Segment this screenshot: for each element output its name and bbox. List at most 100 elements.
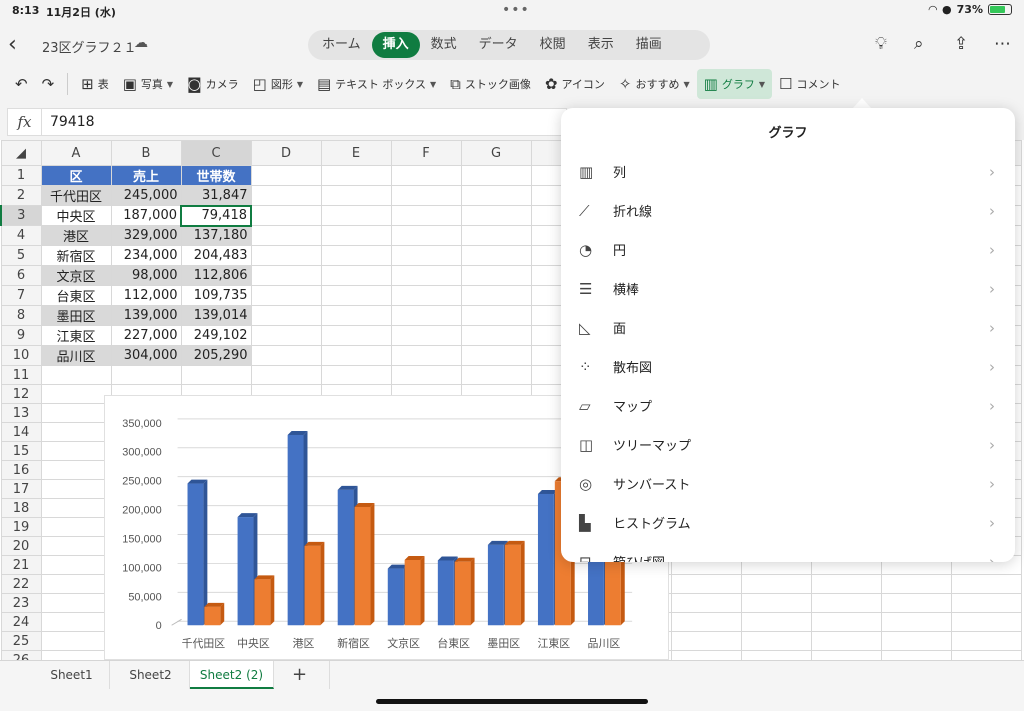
sheet-tab[interactable]: Sheet1: [34, 661, 110, 689]
cell[interactable]: [670, 631, 742, 651]
cell[interactable]: [390, 165, 462, 186]
chart-type-item[interactable]: ▙ ヒストグラム ›: [561, 503, 1015, 542]
cell[interactable]: [460, 305, 532, 326]
formula-bar[interactable]: fx 79418: [7, 108, 567, 136]
cell[interactable]: 千代田区: [40, 185, 112, 206]
cell[interactable]: [250, 225, 322, 246]
stock-images-button[interactable]: ⧉ ストック画像: [443, 69, 538, 99]
cell[interactable]: [460, 265, 532, 286]
cell[interactable]: [460, 225, 532, 246]
cell[interactable]: [950, 631, 1022, 651]
row-header[interactable]: 26: [0, 650, 42, 660]
cell[interactable]: [40, 422, 112, 442]
cell[interactable]: [880, 593, 952, 613]
cell[interactable]: 文京区: [40, 265, 112, 286]
cell[interactable]: 139,000: [110, 305, 182, 326]
cell[interactable]: [810, 574, 882, 594]
cell[interactable]: [40, 612, 112, 632]
cell[interactable]: [390, 185, 462, 206]
select-all-corner[interactable]: ◢: [0, 140, 42, 166]
cell[interactable]: [250, 185, 322, 206]
row-header[interactable]: 10: [0, 345, 42, 366]
cell[interactable]: [40, 631, 112, 651]
textbox-button[interactable]: ▤ テキスト ボックス ▼: [310, 69, 443, 99]
cell[interactable]: 234,000: [110, 245, 182, 266]
cell[interactable]: 304,000: [110, 345, 182, 366]
camera-button[interactable]: ◙ カメラ: [180, 69, 246, 99]
cell[interactable]: 品川区: [40, 345, 112, 366]
cell[interactable]: [250, 365, 322, 385]
cell[interactable]: [740, 650, 812, 660]
row-header[interactable]: 12: [0, 384, 42, 404]
tab-1[interactable]: 挿入: [371, 32, 420, 58]
cell[interactable]: 109,735: [180, 285, 252, 306]
cell[interactable]: 245,000: [110, 185, 182, 206]
cell[interactable]: [460, 205, 532, 226]
column-header[interactable]: A: [40, 140, 112, 166]
cell[interactable]: [460, 345, 532, 366]
tab-3[interactable]: データ: [468, 32, 529, 58]
row-header[interactable]: 17: [0, 479, 42, 499]
row-header[interactable]: 4: [0, 225, 42, 246]
chart-button[interactable]: ▥ グラフ ▼: [696, 69, 772, 99]
cell[interactable]: [670, 650, 742, 660]
cell[interactable]: [950, 650, 1022, 660]
cell[interactable]: [320, 265, 392, 286]
row-header[interactable]: 25: [0, 631, 42, 651]
cell[interactable]: [40, 384, 112, 404]
row-header[interactable]: 9: [0, 325, 42, 346]
cell[interactable]: [320, 185, 392, 206]
tab-2[interactable]: 数式: [420, 32, 468, 58]
cell[interactable]: [320, 305, 392, 326]
cell[interactable]: [670, 574, 742, 594]
cell[interactable]: 区: [40, 165, 112, 186]
sheet-tab[interactable]: Sheet2: [112, 661, 190, 689]
cell[interactable]: [390, 305, 462, 326]
cell[interactable]: [950, 574, 1022, 594]
cell[interactable]: 227,000: [110, 325, 182, 346]
row-header[interactable]: 13: [0, 403, 42, 423]
cell[interactable]: [390, 225, 462, 246]
cell[interactable]: [250, 325, 322, 346]
cell[interactable]: [110, 365, 182, 385]
cell[interactable]: [40, 536, 112, 556]
cell[interactable]: 112,000: [110, 285, 182, 306]
undo-button[interactable]: ↶: [8, 69, 35, 99]
cell[interactable]: 204,483: [180, 245, 252, 266]
cell[interactable]: [460, 185, 532, 206]
column-header[interactable]: D: [250, 140, 322, 166]
cell[interactable]: 98,000: [110, 265, 182, 286]
cell[interactable]: [740, 593, 812, 613]
cell[interactable]: 売上: [110, 165, 182, 186]
cell[interactable]: 江東区: [40, 325, 112, 346]
cell[interactable]: [950, 612, 1022, 632]
cell[interactable]: 中央区: [40, 205, 112, 226]
row-header[interactable]: 21: [0, 555, 42, 575]
cell[interactable]: 港区: [40, 225, 112, 246]
cell[interactable]: [250, 245, 322, 266]
cell[interactable]: [250, 165, 322, 186]
row-header[interactable]: 16: [0, 460, 42, 480]
tab-5[interactable]: 表示: [577, 32, 625, 58]
cell[interactable]: 329,000: [110, 225, 182, 246]
home-indicator[interactable]: [376, 699, 648, 704]
cell[interactable]: [40, 441, 112, 461]
cell[interactable]: [810, 631, 882, 651]
document-title[interactable]: 23区グラフ２１: [42, 37, 137, 56]
cell[interactable]: [180, 365, 252, 385]
chart-type-item[interactable]: ◺ 面 ›: [561, 308, 1015, 347]
cell[interactable]: [390, 365, 462, 385]
cell[interactable]: 世帯数: [180, 165, 252, 186]
cell[interactable]: [390, 245, 462, 266]
cell[interactable]: 137,180: [180, 225, 252, 246]
cell[interactable]: [810, 612, 882, 632]
cell[interactable]: [390, 205, 462, 226]
cell[interactable]: 31,847: [180, 185, 252, 206]
row-header[interactable]: 22: [0, 574, 42, 594]
photo-button[interactable]: ▣ 写真 ▼: [116, 69, 180, 99]
row-header[interactable]: 15: [0, 441, 42, 461]
lightbulb-icon[interactable]: 💡︎: [875, 34, 887, 54]
function-icon[interactable]: fx: [8, 109, 42, 135]
row-header[interactable]: 6: [0, 265, 42, 286]
search-icon[interactable]: ⌕: [914, 34, 924, 54]
